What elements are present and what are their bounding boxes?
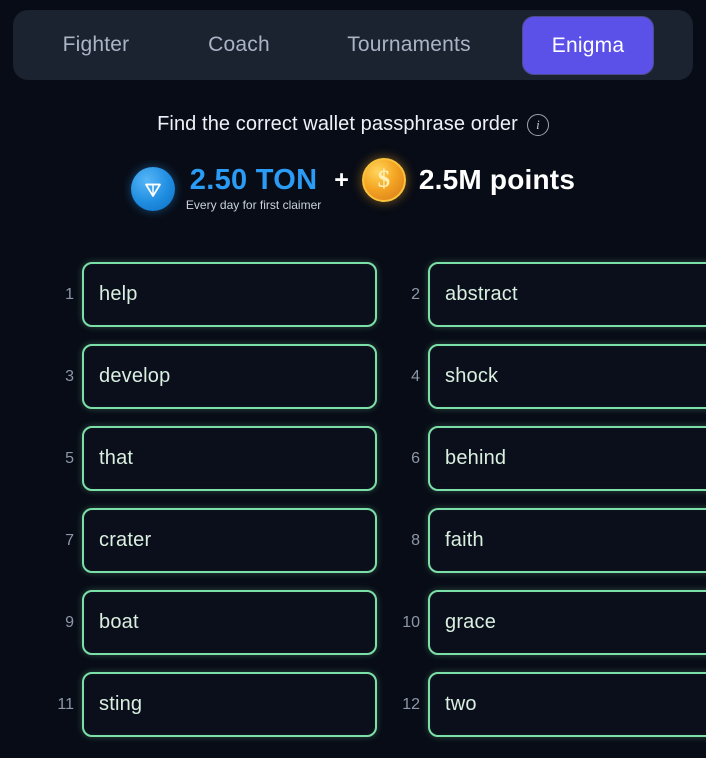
word-box-7[interactable]: crater	[82, 508, 377, 573]
info-icon[interactable]: i	[526, 113, 549, 136]
word-index: 4	[411, 367, 420, 385]
word-box-3[interactable]: develop	[82, 344, 377, 409]
page-title-row: Find the correct wallet passphrase order…	[0, 113, 706, 136]
word-cell: 1 help	[47, 262, 377, 327]
tab-fighter[interactable]: Fighter	[23, 23, 169, 67]
ton-coin-icon	[130, 167, 175, 211]
word-cell: 11 sting	[47, 672, 377, 737]
word-cell: 5 that	[47, 426, 377, 491]
tab-enigma[interactable]: Enigma	[523, 16, 653, 74]
word-label: shock	[445, 365, 499, 387]
dollar-coin-icon: $	[361, 158, 406, 202]
tab-coach[interactable]: Coach	[169, 23, 309, 67]
word-index: 9	[65, 613, 74, 631]
word-box-9[interactable]: boat	[82, 590, 377, 655]
word-label: that	[99, 447, 134, 469]
word-index: 8	[411, 531, 420, 549]
main-tabbar: Fighter Coach Tournaments Enigma	[13, 10, 693, 80]
word-cell: 10 grace	[393, 590, 706, 655]
word-label: crater	[99, 529, 152, 551]
word-box-1[interactable]: help	[82, 262, 377, 327]
ton-reward-block: 2.50 TON Every day for first claimer	[186, 165, 321, 213]
word-box-12[interactable]: two	[428, 672, 706, 737]
word-cell: 9 boat	[47, 590, 377, 655]
word-label: faith	[445, 529, 484, 551]
dollar-glyph: $	[377, 166, 391, 193]
word-box-2[interactable]: abstract	[428, 262, 706, 327]
word-label: boat	[99, 611, 139, 633]
word-box-8[interactable]: faith	[428, 508, 706, 573]
word-cell: 3 develop	[47, 344, 377, 409]
word-index: 12	[402, 695, 420, 713]
word-index: 10	[402, 613, 420, 631]
word-label: develop	[99, 365, 171, 387]
word-box-6[interactable]: behind	[428, 426, 706, 491]
word-label: sting	[99, 693, 143, 715]
word-index: 5	[65, 449, 74, 467]
word-cell: 7 crater	[47, 508, 377, 573]
page-title: Find the correct wallet passphrase order	[157, 113, 518, 135]
word-box-5[interactable]: that	[82, 426, 377, 491]
reward-row: 2.50 TON Every day for first claimer + $…	[0, 158, 706, 220]
word-box-4[interactable]: shock	[428, 344, 706, 409]
word-box-10[interactable]: grace	[428, 590, 706, 655]
word-box-11[interactable]: sting	[82, 672, 377, 737]
enigma-screen: Fighter Coach Tournaments Enigma Find th…	[0, 0, 706, 758]
word-cell: 8 faith	[393, 508, 706, 573]
ton-amount: 2.50 TON	[189, 164, 318, 196]
word-label: help	[99, 283, 138, 305]
word-index: 1	[65, 285, 74, 303]
word-label: abstract	[445, 283, 518, 305]
word-index: 2	[411, 285, 420, 303]
word-cell: 6 behind	[393, 426, 706, 491]
word-label: behind	[445, 447, 507, 469]
passphrase-grid: 1 help 2 abstract 3 develop 4 shock 5 th…	[0, 262, 706, 737]
word-index: 3	[65, 367, 74, 385]
word-cell: 2 abstract	[393, 262, 706, 327]
word-label: grace	[445, 611, 497, 633]
points-amount: 2.5M points	[418, 164, 576, 195]
word-cell: 12 two	[393, 672, 706, 737]
word-cell: 4 shock	[393, 344, 706, 409]
word-index: 7	[65, 531, 74, 549]
tab-tournaments[interactable]: Tournaments	[309, 23, 509, 67]
word-index: 11	[57, 695, 74, 713]
plus-separator: +	[334, 165, 349, 194]
ton-note: Every day for first claimer	[185, 198, 322, 212]
word-index: 6	[411, 449, 420, 467]
word-label: two	[445, 693, 477, 715]
